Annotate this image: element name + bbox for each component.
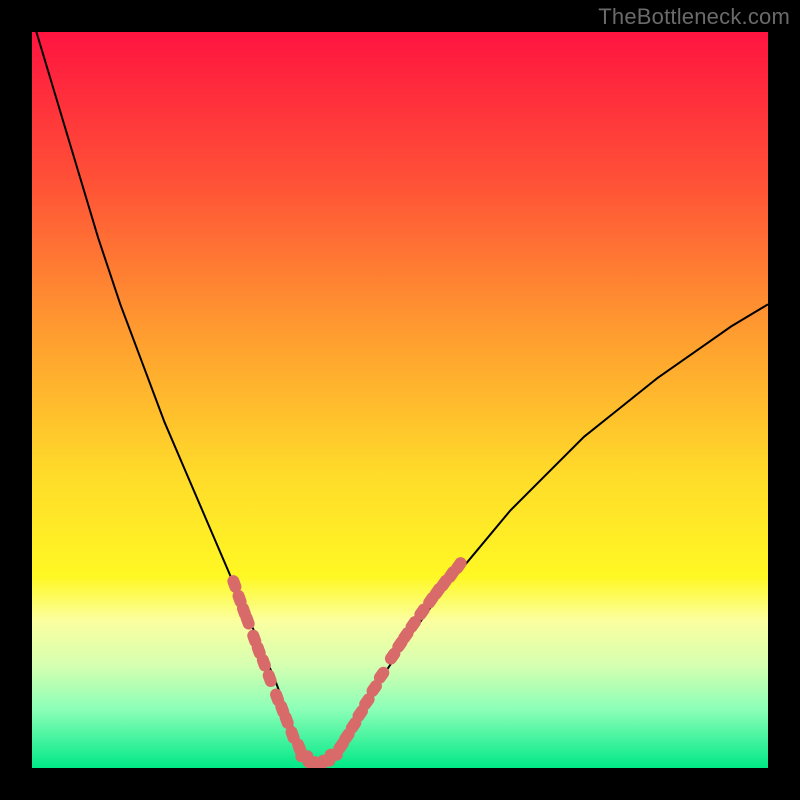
chart-svg [32, 32, 768, 768]
plot-area [32, 32, 768, 768]
marker-group [226, 555, 469, 768]
chart-frame: TheBottleneck.com [0, 0, 800, 800]
watermark-text: TheBottleneck.com [598, 4, 790, 30]
